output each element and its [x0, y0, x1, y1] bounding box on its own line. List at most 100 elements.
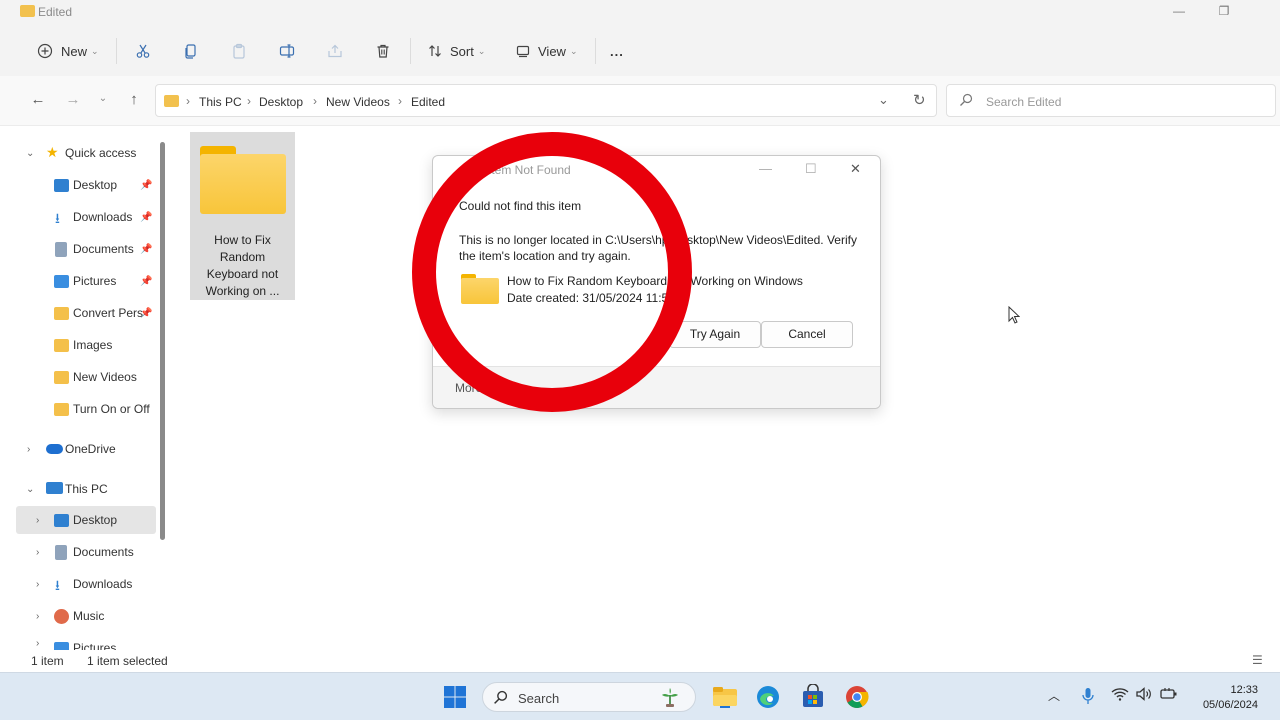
file-item[interactable]: How to Fix Random Keyboard not Working o…	[190, 132, 295, 300]
pin-icon: 📌	[140, 243, 153, 255]
clock-date: 05/06/2024	[1202, 699, 1258, 711]
taskbar-search-label: Search	[518, 691, 560, 706]
scissors-icon	[134, 42, 152, 60]
microphone-icon[interactable]	[1082, 687, 1094, 708]
recent-chevron-icon[interactable]: ⌄	[93, 93, 113, 113]
taskbar-search[interactable]: Search	[482, 682, 696, 712]
view-button[interactable]: View ⌄	[514, 39, 578, 63]
document-icon	[55, 545, 67, 560]
back-arrow-icon[interactable]: ←	[28, 91, 48, 111]
maximize-button[interactable]: ❐	[1213, 4, 1235, 22]
folder-icon	[54, 339, 69, 352]
download-arrow-icon: ⭳	[55, 210, 60, 226]
folder-icon	[54, 307, 69, 320]
close-button[interactable]: ✕	[850, 161, 861, 177]
minimize-icon: —	[759, 161, 772, 176]
chevron-down-icon[interactable]: ⌄	[878, 92, 889, 108]
nav-pc-pictures[interactable]: › Pictures	[16, 634, 156, 650]
chevron-up-icon[interactable]: ︿	[1048, 687, 1060, 704]
share-button[interactable]	[326, 39, 344, 63]
minimize-button[interactable]: —	[1168, 4, 1190, 22]
rename-button[interactable]	[278, 39, 296, 63]
nav-item-images[interactable]: Images	[16, 331, 156, 359]
battery-plug-icon[interactable]	[1160, 687, 1178, 704]
delete-button[interactable]	[374, 39, 392, 63]
nav-item-documents[interactable]: Documents 📌	[16, 235, 156, 263]
paste-button[interactable]	[230, 39, 248, 63]
chevron-right-icon: ›	[398, 94, 402, 108]
title-bar: Edited — ❐	[0, 0, 1280, 26]
breadcrumb-desktop[interactable]: Desktop	[259, 95, 303, 109]
sort-button[interactable]: Sort ⌄	[426, 39, 485, 63]
chevron-down-icon: ⌄	[26, 147, 35, 159]
search-box[interactable]: Search Edited	[946, 84, 1276, 117]
forward-arrow-icon[interactable]: →	[63, 91, 83, 111]
download-arrow-icon: ⭳	[55, 577, 60, 593]
plant-icon	[659, 686, 681, 711]
chevron-right-icon: ›	[36, 638, 40, 649]
clock[interactable]: 12:33 05/06/2024	[1188, 683, 1258, 713]
status-bar: 1 item 1 item selected ☰	[0, 651, 1280, 672]
cancel-button[interactable]: Cancel	[761, 321, 853, 348]
up-arrow-icon[interactable]: ↑	[124, 91, 144, 111]
microsoft-store-icon[interactable]	[800, 683, 826, 710]
chevron-right-icon: ›	[27, 443, 31, 455]
computer-icon	[46, 482, 63, 494]
nav-item-convert-pers[interactable]: Convert Pers 📌	[16, 299, 156, 327]
windows-start-icon[interactable]	[443, 685, 469, 711]
file-name: How to Fix Random Keyboard not Working o…	[205, 233, 280, 298]
taskbar: Search ︿ 12:33 05/06/2024	[0, 672, 1280, 720]
address-bar[interactable]: › This PC › Desktop › New Videos › Edite…	[155, 84, 937, 117]
nav-item-downloads[interactable]: ⭳ Downloads 📌	[16, 203, 156, 231]
cloud-icon	[46, 444, 63, 454]
chevron-down-icon: ⌄	[26, 483, 35, 495]
picture-icon	[54, 275, 69, 288]
sidebar-scrollbar[interactable]	[160, 142, 165, 540]
nav-item-pictures[interactable]: Pictures 📌	[16, 267, 156, 295]
chevron-right-icon: ›	[36, 546, 40, 558]
nav-pc-documents[interactable]: › Documents	[16, 538, 156, 566]
new-button[interactable]: New ⌄	[36, 39, 99, 63]
sort-icon	[426, 42, 444, 60]
nav-pc-desktop[interactable]: › Desktop	[16, 506, 156, 534]
selection-count: 1 item selected	[87, 654, 168, 668]
nav-quick-access[interactable]: ⌄ ★ Quick access	[16, 139, 156, 167]
edge-browser-icon[interactable]	[755, 684, 781, 710]
nav-pc-music[interactable]: › Music	[16, 602, 156, 630]
nav-item-turn-on-or-off[interactable]: Turn On or Off	[16, 395, 156, 423]
new-label: New	[61, 43, 88, 59]
try-again-button[interactable]: Try Again	[669, 321, 761, 348]
mouse-cursor-icon	[1008, 305, 1021, 327]
pin-icon: 📌	[140, 179, 153, 191]
star-icon: ★	[46, 144, 59, 160]
details-view-icon[interactable]: ☰	[1252, 653, 1263, 667]
nav-this-pc[interactable]: ⌄ This PC	[16, 475, 156, 503]
breadcrumb-this-pc[interactable]: This PC	[199, 95, 242, 109]
chevron-down-icon: ⌄	[477, 45, 486, 56]
see-more-button[interactable]: ...	[610, 39, 624, 63]
highlight-circle	[412, 132, 692, 412]
refresh-icon[interactable]: ↻	[913, 91, 926, 109]
desktop-icon	[54, 179, 69, 192]
chrome-browser-icon[interactable]	[844, 684, 870, 710]
nav-onedrive[interactable]: › OneDrive	[16, 435, 156, 463]
folder-icon	[164, 95, 179, 107]
cut-button[interactable]	[134, 39, 152, 63]
volume-icon[interactable]	[1136, 687, 1152, 704]
wifi-icon[interactable]	[1111, 687, 1129, 704]
chevron-right-icon: ›	[36, 578, 40, 590]
nav-pc-downloads[interactable]: › ⭳ Downloads	[16, 570, 156, 598]
copy-button[interactable]	[182, 39, 200, 63]
breadcrumb-new-videos[interactable]: New Videos	[326, 95, 390, 109]
file-explorer-icon[interactable]	[712, 684, 738, 710]
nav-item-desktop[interactable]: Desktop 📌	[16, 171, 156, 199]
copy-icon	[182, 42, 200, 60]
nav-item-new-videos[interactable]: New Videos	[16, 363, 156, 391]
window-title: Edited	[38, 5, 73, 19]
music-icon	[54, 609, 69, 624]
clipboard-icon	[230, 42, 248, 60]
chevron-right-icon: ›	[247, 94, 251, 108]
view-icon	[514, 42, 532, 60]
trash-icon	[374, 42, 392, 60]
breadcrumb-edited[interactable]: Edited	[411, 95, 445, 109]
